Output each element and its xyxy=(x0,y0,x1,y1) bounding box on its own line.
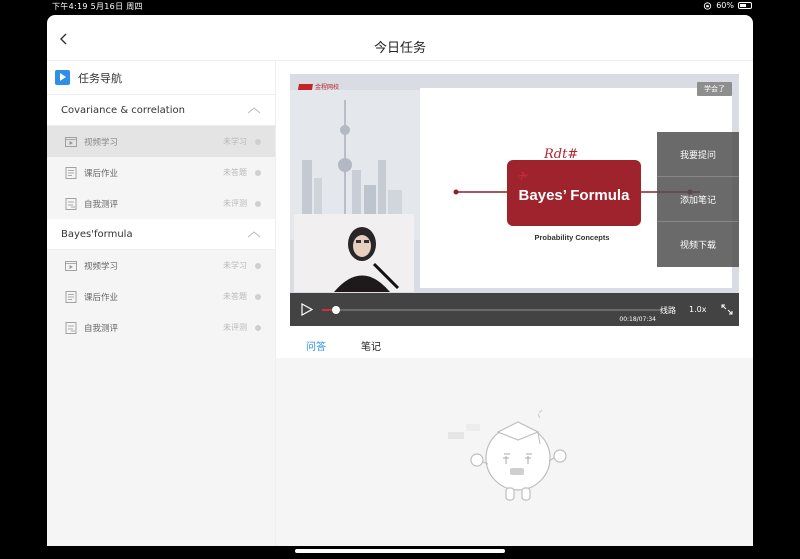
app-sheet: 今日任务 任务导航 Covariance & correlation 视频学习 … xyxy=(47,15,753,546)
ask-question-button[interactable]: 我要提问 xyxy=(657,132,739,177)
task-label: 自我测评 xyxy=(84,323,119,334)
section-title: Bayes'formula xyxy=(61,228,133,240)
task-self-assessment[interactable]: 自我测评 未评测 xyxy=(47,188,275,219)
status-dot xyxy=(255,138,261,145)
task-label: 自我测评 xyxy=(84,199,119,210)
task-label: 视频学习 xyxy=(84,137,119,148)
qa-content-area xyxy=(276,358,753,546)
status-dot xyxy=(255,293,261,300)
status-dot xyxy=(255,262,261,269)
slide-subtitle: Probability Concepts xyxy=(534,233,609,242)
battery-percent: 60% xyxy=(716,1,734,10)
download-video-button[interactable]: 视频下载 xyxy=(657,222,739,267)
top-bar: 今日任务 xyxy=(47,15,753,61)
play-icon xyxy=(55,70,70,85)
homework-icon xyxy=(65,166,77,179)
homework-icon xyxy=(65,290,77,303)
section-bayes[interactable]: Bayes'formula xyxy=(47,219,275,250)
add-note-button[interactable]: 添加笔记 xyxy=(657,177,739,222)
instructor-image xyxy=(294,214,414,292)
status-right: 60% xyxy=(703,1,752,10)
task-status: 未学习 xyxy=(223,137,247,146)
task-status: 未答题 xyxy=(223,168,247,177)
video-side-menu: 我要提问 添加笔记 视频下载 xyxy=(657,132,739,267)
tab-notes[interactable]: 笔记 xyxy=(361,338,381,353)
progress-knob[interactable] xyxy=(331,306,340,314)
status-dot xyxy=(255,200,261,207)
page-title: 今日任务 xyxy=(373,41,426,56)
task-label: 课后作业 xyxy=(84,292,119,303)
rotation-lock-icon xyxy=(704,1,712,10)
chevron-up-icon[interactable] xyxy=(247,230,261,238)
home-indicator[interactable] xyxy=(295,549,505,553)
tab-qa[interactable]: 问答 xyxy=(306,338,326,353)
task-navigation-sidebar: 任务导航 Covariance & correlation 视频学习 未学习 课… xyxy=(47,61,276,546)
battery-icon xyxy=(738,2,752,9)
status-time-date: 下午4:19 5月16日 周四 xyxy=(52,2,143,11)
task-label: 课后作业 xyxy=(84,168,119,179)
task-homework[interactable]: 课后作业 未答题 xyxy=(47,281,275,312)
video-icon xyxy=(65,260,77,271)
empty-state-mascot-icon xyxy=(448,409,567,501)
nav-title: 任务导航 xyxy=(78,71,122,85)
tab-bar: 问答 笔记 xyxy=(290,326,753,358)
slide-title: Bayes’ Formula xyxy=(519,187,631,204)
video-controls: 00:18/07:34 线路 1.0x xyxy=(290,293,739,326)
task-status: 未评测 xyxy=(223,199,247,208)
video-player[interactable]: 金程网校 www.gfedu.net xyxy=(290,74,739,326)
instructor-camera xyxy=(294,214,414,292)
handwriting-annotation: Rdt# xyxy=(543,147,578,162)
status-bar: 下午4:19 5月16日 周四 60% xyxy=(0,0,800,14)
task-status: 未答题 xyxy=(223,292,247,301)
task-self-assessment[interactable]: 自我测评 未评测 xyxy=(47,312,275,343)
chevron-up-icon[interactable] xyxy=(247,106,261,114)
play-icon[interactable] xyxy=(301,303,313,316)
speed-button[interactable]: 1.0x xyxy=(689,305,706,314)
section-title: Covariance & correlation xyxy=(61,104,185,116)
task-homework[interactable]: 课后作业 未答题 xyxy=(47,157,275,188)
progress-bar[interactable] xyxy=(322,306,662,314)
task-video-study[interactable]: 视频学习 未学习 xyxy=(47,250,275,281)
task-video-study[interactable]: 视频学习 未学习 xyxy=(47,126,275,157)
nav-header: 任务导航 xyxy=(47,61,275,95)
task-label: 视频学习 xyxy=(84,261,119,272)
section-covariance[interactable]: Covariance & correlation xyxy=(47,95,275,126)
video-icon xyxy=(65,136,77,147)
task-status: 未评测 xyxy=(223,323,247,332)
task-status: 未学习 xyxy=(223,261,247,270)
status-dot xyxy=(255,324,261,331)
fullscreen-icon[interactable] xyxy=(721,304,733,315)
route-button[interactable]: 线路 xyxy=(660,305,676,316)
status-dot xyxy=(255,169,261,176)
learned-button[interactable]: 学会了 xyxy=(697,82,732,96)
playback-time: 00:18/07:34 xyxy=(619,316,656,323)
assessment-icon xyxy=(65,197,77,210)
assessment-icon xyxy=(65,321,77,334)
